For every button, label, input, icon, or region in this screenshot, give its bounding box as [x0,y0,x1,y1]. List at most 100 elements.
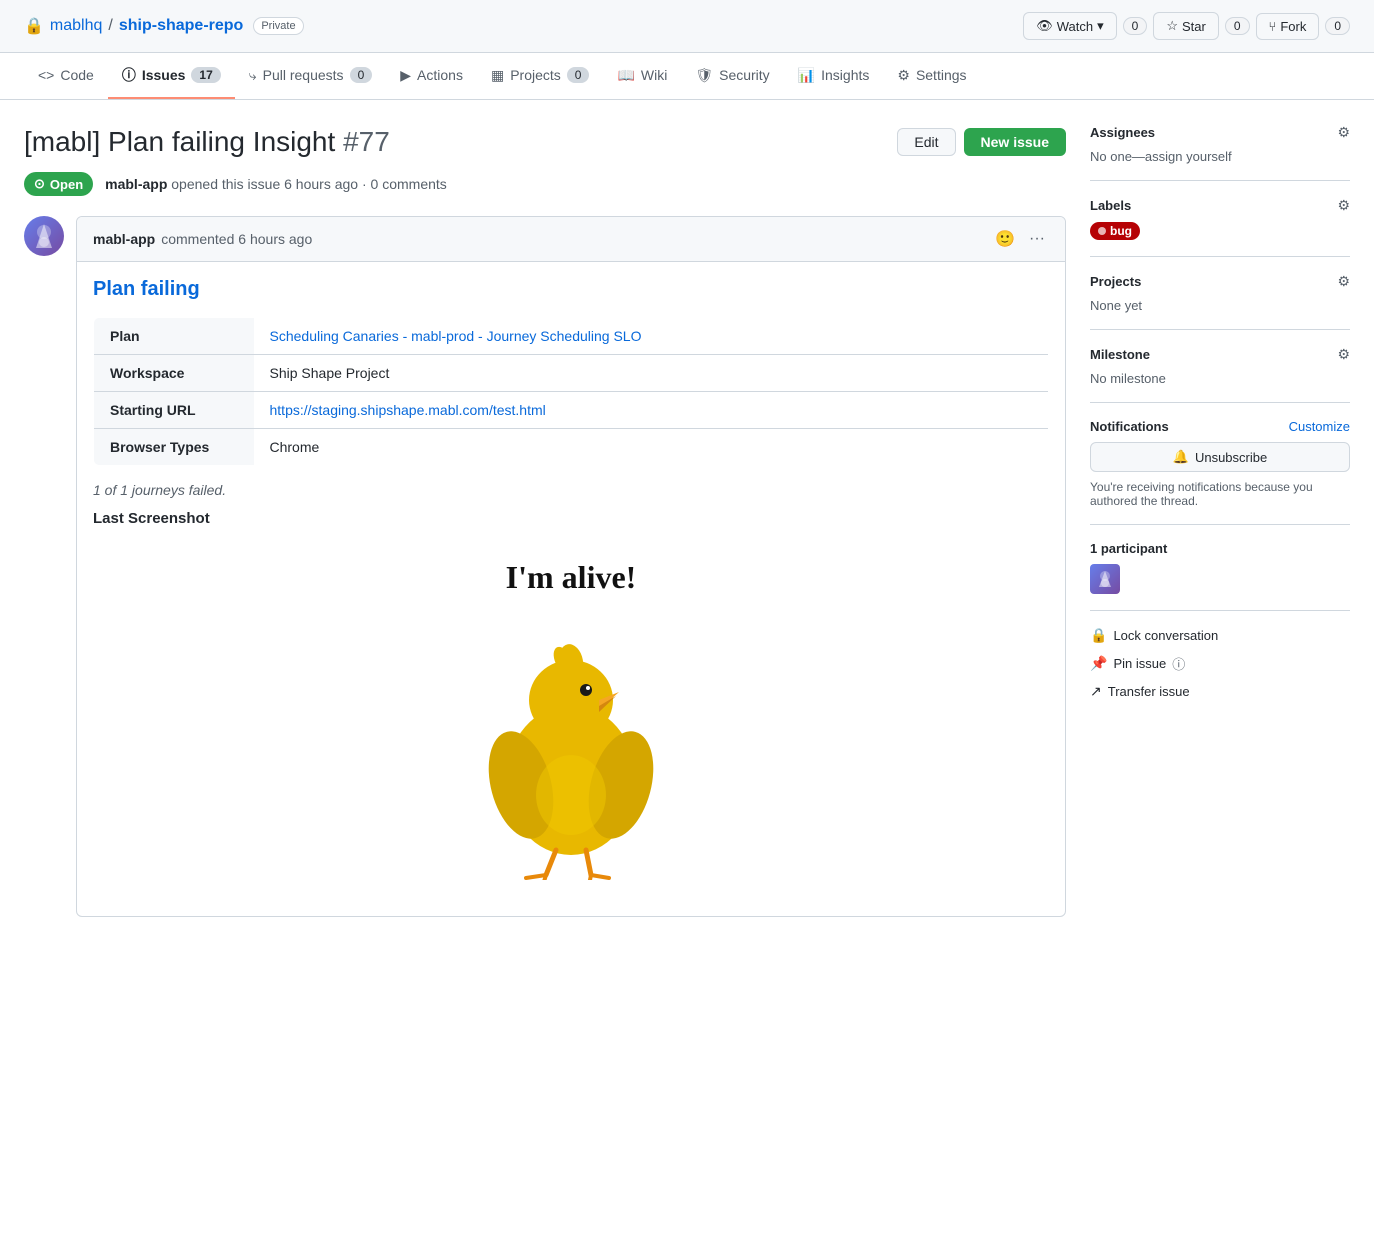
star-icon: ☆ [1166,18,1178,34]
sidebar-notifications: Notifications Customize 🔔 Unsubscribe Yo… [1090,419,1350,525]
participants-title: 1 participant [1090,541,1350,556]
projects-count: 0 [567,67,590,83]
insights-icon: 📊 [798,67,815,84]
pin-info-icon: ⓘ [1172,654,1185,673]
table-row: Workspace Ship Shape Project [94,355,1049,392]
tab-insights[interactable]: 📊 Insights [784,55,884,98]
circle-dot-icon: ⊙ [34,176,45,192]
transfer-issue-link[interactable]: ↗ Transfer issue [1090,683,1350,700]
screenshot-text: I'm alive! [506,559,637,596]
repo-name-link[interactable]: ship-shape-repo [119,17,243,35]
tab-code[interactable]: <> Code [24,55,108,97]
pr-count: 0 [350,67,373,83]
table-row: Plan Scheduling Canaries - mabl-prod - J… [94,318,1049,355]
assignees-value: No one—assign yourself [1090,149,1350,164]
tab-wiki[interactable]: 📖 Wiki [603,55,681,98]
lock-icon: 🔒 [24,16,44,36]
tab-security[interactable]: 🛡 Security [681,55,783,98]
issues-count: 17 [191,67,220,83]
repo-owner-link[interactable]: mablhq [50,17,102,35]
issue-title: [mabl] Plan failing Insight #77 [24,124,390,160]
tab-settings[interactable]: ⚙ Settings [883,55,980,98]
milestone-gear-button[interactable]: ⚙ [1337,346,1350,363]
assignees-title: Assignees [1090,125,1155,140]
new-issue-button[interactable]: New issue [964,128,1066,156]
issues-icon: ⓘ [122,65,136,85]
watch-count: 0 [1123,17,1148,35]
watch-button[interactable]: 👁 Watch ▾ [1023,12,1116,40]
issue-time: 6 hours ago [284,176,358,192]
customize-link[interactable]: Customize [1289,419,1350,434]
pin-icon: 📌 [1090,655,1107,672]
comment-header-right: 🙂 ··· [991,227,1049,251]
assignees-gear-button[interactable]: ⚙ [1337,124,1350,141]
comment-more-button[interactable]: ··· [1025,228,1049,250]
issue-sidebar: Assignees ⚙ No one—assign yourself Label… [1090,124,1350,917]
tab-issues[interactable]: ⓘ Issues 17 [108,53,235,99]
edit-button[interactable]: Edit [897,128,955,156]
settings-icon: ⚙ [897,67,910,84]
star-button[interactable]: ☆ Star [1153,12,1219,40]
notifications-title: Notifications [1090,419,1169,434]
sidebar-milestone: Milestone ⚙ No milestone [1090,346,1350,403]
emoji-reaction-button[interactable]: 🙂 [991,227,1019,251]
table-label-plan: Plan [94,318,254,355]
issue-meta-text: mabl-app opened this issue 6 hours ago ·… [105,176,447,192]
sidebar-labels: Labels ⚙ bug [1090,197,1350,257]
open-badge: ⊙ Open [24,172,93,196]
table-value-workspace: Ship Shape Project [254,355,1049,392]
pin-issue-link[interactable]: 📌 Pin issue ⓘ [1090,654,1350,673]
milestone-value: No milestone [1090,371,1350,386]
table-label-workspace: Workspace [94,355,254,392]
label-dot [1098,227,1106,235]
table-label-url: Starting URL [94,392,254,429]
star-count: 0 [1225,17,1250,35]
table-label-browser: Browser Types [94,429,254,466]
repo-header: 🔒 mablhq / ship-shape-repo Private 👁 Wat… [0,0,1374,53]
chevron-down-icon: ▾ [1097,18,1104,34]
screenshot-area: I'm alive! [93,539,1049,900]
pr-icon: ⤷ [249,67,257,84]
fork-icon: ⑂ [1269,19,1277,34]
comment-time: commented 6 hours ago [161,231,312,247]
plan-failing-heading: Plan failing [93,278,1049,301]
table-value-plan: Scheduling Canaries - mabl-prod - Journe… [254,318,1049,355]
projects-value: None yet [1090,298,1350,313]
table-row: Starting URL https://staging.shipshape.m… [94,392,1049,429]
eye-icon: 👁 [1036,18,1053,34]
security-icon: 🛡 [695,67,713,84]
tab-projects[interactable]: ▦ Projects 0 [477,55,604,98]
issue-main: [mabl] Plan failing Insight #77 Edit New… [24,124,1066,917]
starting-url-link[interactable]: https://staging.shipshape.mabl.com/test.… [270,402,546,418]
lock-conversation-link[interactable]: 🔒 Lock conversation [1090,627,1350,644]
labels-title: Labels [1090,198,1131,213]
tab-actions[interactable]: ▶ Actions [386,55,477,98]
commenter-name[interactable]: mabl-app [93,231,155,247]
labels-gear-button[interactable]: ⚙ [1337,197,1350,214]
milestone-title: Milestone [1090,347,1150,362]
comment-box: mabl-app commented 6 hours ago 🙂 ··· Pla… [76,216,1066,917]
issue-author[interactable]: mabl-app [105,176,167,192]
sidebar-actions: 🔒 Lock conversation 📌 Pin issue ⓘ ↗ Tran… [1090,627,1350,726]
sidebar-assignees: Assignees ⚙ No one—assign yourself [1090,124,1350,181]
table-row: Browser Types Chrome [94,429,1049,466]
notifications-row: Notifications Customize [1090,419,1350,434]
bug-label: bug [1090,222,1140,240]
issue-title-actions: Edit New issue [897,128,1066,156]
tab-pull-requests[interactable]: ⤷ Pull requests 0 [235,55,386,98]
unsubscribe-button[interactable]: 🔔 Unsubscribe [1090,442,1350,472]
sidebar-section-header-milestone: Milestone ⚙ [1090,346,1350,363]
last-screenshot-label: Last Screenshot [93,510,1049,527]
sidebar-section-header-labels: Labels ⚙ [1090,197,1350,214]
projects-gear-button[interactable]: ⚙ [1337,273,1350,290]
avatar [24,216,64,256]
sidebar-participants: 1 participant [1090,541,1350,611]
repo-title: 🔒 mablhq / ship-shape-repo Private [24,16,304,36]
private-badge: Private [253,17,303,35]
transfer-icon: ↗ [1090,683,1102,700]
fork-button[interactable]: ⑂ Fork [1256,13,1320,40]
info-table: Plan Scheduling Canaries - mabl-prod - J… [93,317,1049,466]
plan-link[interactable]: Scheduling Canaries - mabl-prod - Journe… [270,328,642,344]
sidebar-section-header-assignees: Assignees ⚙ [1090,124,1350,141]
nav-tabs: <> Code ⓘ Issues 17 ⤷ Pull requests 0 ▶ … [0,53,1374,100]
